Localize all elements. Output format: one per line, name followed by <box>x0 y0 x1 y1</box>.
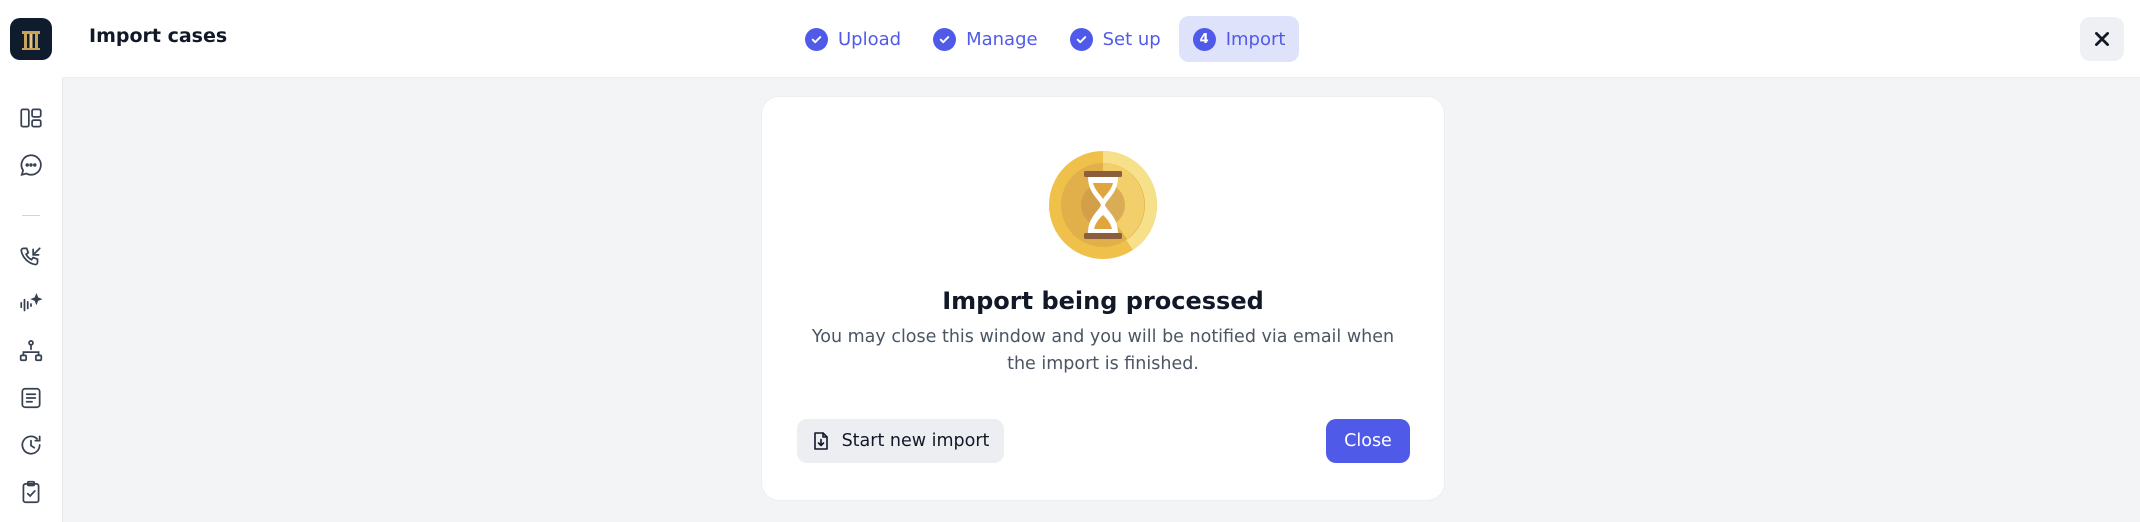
file-import-icon <box>812 431 830 451</box>
close-icon[interactable] <box>2080 17 2124 61</box>
check-icon <box>1069 27 1093 51</box>
start-new-import-button[interactable]: Start new import <box>797 419 1004 463</box>
step-set-up[interactable]: Set up <box>1056 16 1175 62</box>
top-bar: Import cases Upload Manage Set up 4 Impo… <box>62 0 2140 78</box>
sidebar-divider <box>22 215 40 216</box>
voice-ai-icon[interactable] <box>15 288 47 320</box>
logo-icon <box>22 31 40 50</box>
dashboard-icon[interactable] <box>15 102 47 134</box>
chat-icon[interactable] <box>15 149 47 181</box>
close-button-label: Close <box>1344 431 1392 451</box>
history-icon[interactable] <box>15 429 47 461</box>
stepper: Upload Manage Set up 4 Import <box>791 16 1303 62</box>
phone-incoming-icon[interactable] <box>15 241 47 273</box>
workflow-icon[interactable] <box>15 335 47 367</box>
sidebar <box>0 0 63 522</box>
import-status-card: Import being processed You may close thi… <box>761 96 1445 501</box>
step-import[interactable]: 4 Import <box>1178 16 1300 62</box>
document-icon[interactable] <box>15 382 47 414</box>
check-icon <box>933 27 957 51</box>
app-logo[interactable] <box>10 18 52 60</box>
step-label: Import <box>1225 28 1286 50</box>
step-label: Set up <box>1102 28 1161 50</box>
page-title: Import cases <box>89 25 228 47</box>
step-label: Manage <box>966 28 1038 50</box>
close-button[interactable]: Close <box>1326 419 1410 463</box>
start-new-import-label: Start new import <box>841 431 990 451</box>
step-manage[interactable]: Manage <box>919 16 1052 62</box>
step-upload[interactable]: Upload <box>791 16 915 62</box>
step-number: 4 <box>1192 27 1216 51</box>
dialog-message: You may close this window and you will b… <box>811 327 1395 374</box>
step-label: Upload <box>838 28 902 50</box>
check-icon <box>805 27 828 51</box>
clipboard-check-icon[interactable] <box>15 476 47 508</box>
hourglass-icon <box>1047 149 1159 261</box>
dialog-title: Import being processed <box>942 287 1264 315</box>
